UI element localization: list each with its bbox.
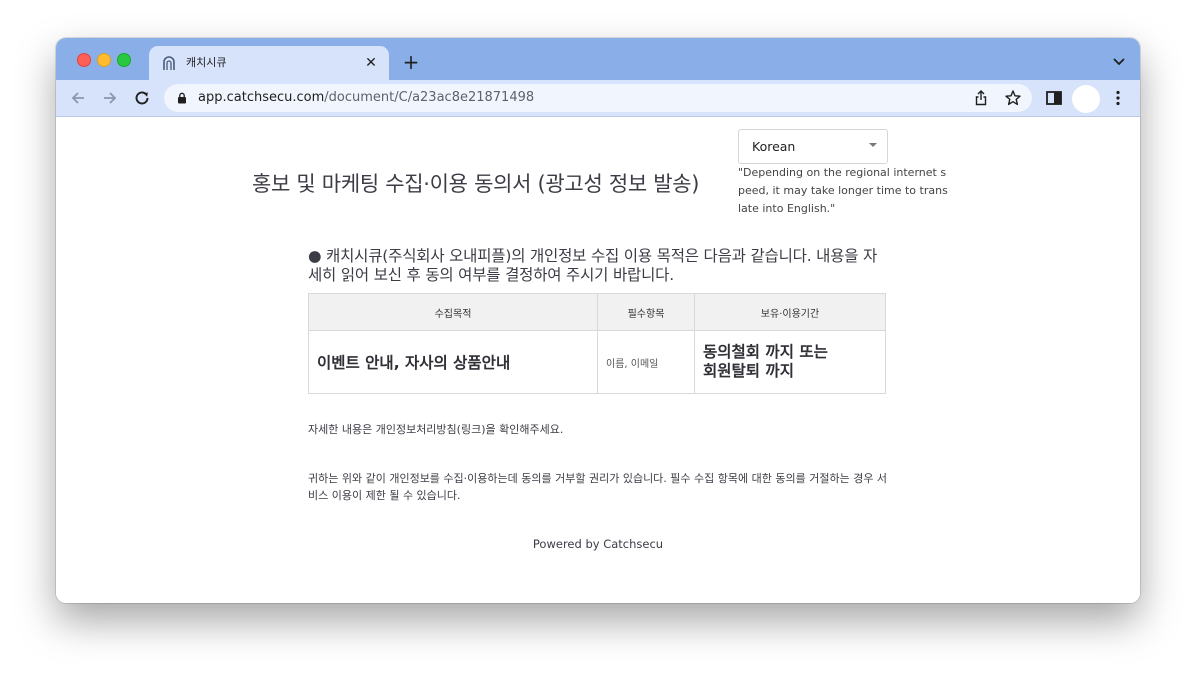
side-panel-icon[interactable] xyxy=(1044,88,1064,108)
url-text[interactable]: app.catchsecu.com/document/C/a23ac8e2187… xyxy=(198,89,534,107)
minimize-window-button[interactable] xyxy=(97,53,111,67)
browser-tab[interactable]: 캐치시큐 ✕ xyxy=(149,46,389,80)
tab-search-chevron-down-icon[interactable] xyxy=(1110,52,1128,70)
header-required-items: 필수항목 xyxy=(597,293,695,331)
forward-arrow-icon[interactable] xyxy=(100,88,120,108)
tab-close-icon[interactable]: ✕ xyxy=(361,53,381,73)
cell-retention-period: 동의철회 까지 또는 회원탈퇴 까지 xyxy=(694,330,886,394)
lock-icon[interactable] xyxy=(176,92,188,104)
address-bar[interactable]: app.catchsecu.com/document/C/a23ac8e2187… xyxy=(164,84,1032,112)
header-retention-period: 보유·이용기간 xyxy=(694,293,886,331)
bookmark-star-icon[interactable] xyxy=(1004,89,1022,107)
reload-icon[interactable] xyxy=(132,88,152,108)
table-header-row: 수집목적 필수항목 보유·이용기간 xyxy=(308,293,886,331)
catchsecu-favicon-icon xyxy=(163,56,175,70)
powered-by-footer: Powered by Catchsecu xyxy=(532,537,664,551)
browser-window: 캐치시큐 ✕ + app.catchsecu.com/document/C/a2… xyxy=(56,38,1140,603)
cell-purpose: 이벤트 안내, 자사의 상품안내 xyxy=(308,330,598,394)
page-content: 홍보 및 마케팅 수집·이용 동의서 (광고성 정보 발송) Korean "D… xyxy=(56,117,1140,603)
url-host: app.catchsecu.com xyxy=(198,90,325,105)
privacy-policy-link-text[interactable]: 자세한 내용은 개인정보처리방침(링크)을 확인해주세요. xyxy=(308,422,563,438)
table-row: 이벤트 안내, 자사의 상품안내 이름, 이메일 동의철회 까지 또는 회원탈퇴… xyxy=(308,330,886,394)
tab-title: 캐치시큐 xyxy=(186,56,227,69)
zoom-window-button[interactable] xyxy=(117,53,131,67)
consent-table: 수집목적 필수항목 보유·이용기간 이벤트 안내, 자사의 상품안내 이름, 이… xyxy=(308,293,886,394)
more-options-icon[interactable] xyxy=(1108,88,1128,108)
header-purpose: 수집목적 xyxy=(308,293,598,331)
cell-required-items: 이름, 이메일 xyxy=(597,330,695,394)
caret-down-icon xyxy=(869,143,877,147)
document-title: 홍보 및 마케팅 수집·이용 동의서 (광고성 정보 발송) xyxy=(252,172,700,196)
profile-avatar[interactable] xyxy=(1072,85,1100,113)
back-arrow-icon[interactable] xyxy=(68,88,88,108)
language-select[interactable]: Korean xyxy=(738,129,888,164)
translation-note: "Depending on the regional internet spee… xyxy=(738,166,948,215)
intro-text: ● 캐치시큐(주식회사 오내피플)의 개인정보 수집 이용 목적은 다음과 같습… xyxy=(308,247,878,284)
browser-toolbar: app.catchsecu.com/document/C/a23ac8e2187… xyxy=(56,80,1140,117)
right-to-refuse-text: 귀하는 위와 같이 개인정보를 수집·이용하는데 동의를 거부할 권리가 있습니… xyxy=(308,472,888,502)
title-bar: 캐치시큐 ✕ + xyxy=(56,38,1140,80)
close-window-button[interactable] xyxy=(77,53,91,67)
new-tab-button[interactable]: + xyxy=(400,51,422,73)
language-selected-value: Korean xyxy=(752,139,796,154)
url-path: /document/C/a23ac8e21871498 xyxy=(324,90,535,105)
share-icon[interactable] xyxy=(972,89,990,107)
retention-period-text: 동의철회 까지 또는 회원탈퇴 까지 xyxy=(703,343,828,380)
